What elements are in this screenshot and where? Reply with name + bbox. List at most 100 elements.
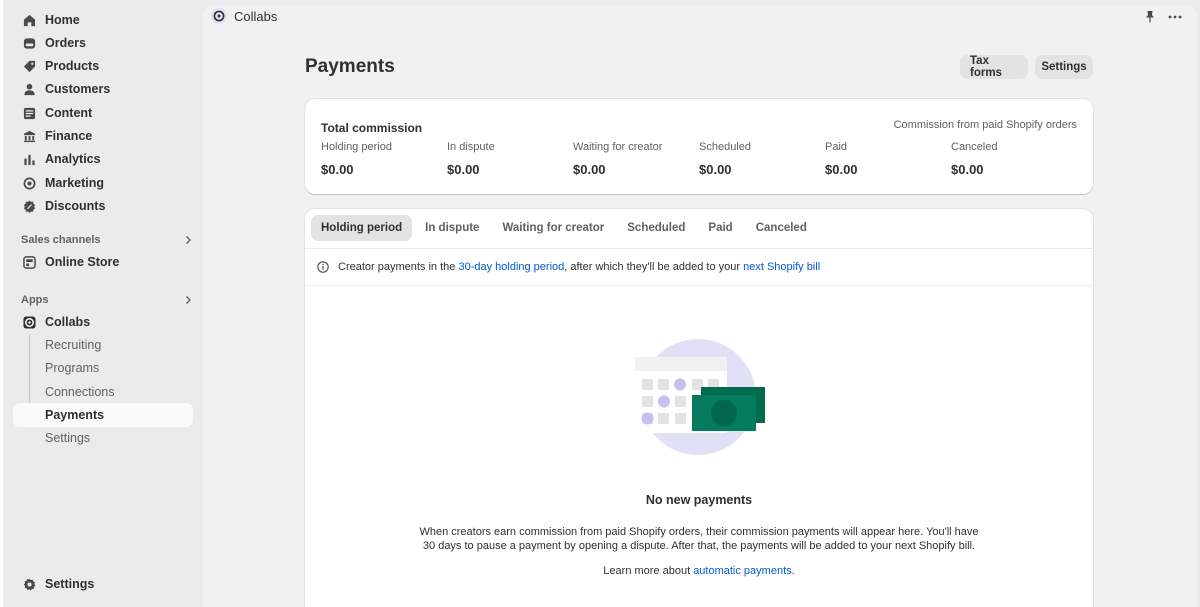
nav-content[interactable]: Content [13, 101, 193, 125]
stat-canceled: Canceled $0.00 [951, 141, 1071, 177]
tax-forms-button[interactable]: Tax forms [960, 55, 1028, 79]
nav-label: Marketing [45, 176, 105, 190]
nav-label: Analytics [45, 152, 101, 166]
tab-bar: Holding period In dispute Waiting for cr… [311, 215, 820, 241]
nav-finance[interactable]: Finance [13, 124, 193, 148]
stat-value: $0.00 [447, 162, 480, 177]
stat-paid: Paid $0.00 [825, 141, 945, 177]
nav-label: Products [45, 59, 100, 73]
stat-label: Scheduled [699, 141, 751, 153]
app-frame: Collabs Payments Tax forms Settings Tota… [203, 5, 1197, 607]
banner-text: Creator payments in the [338, 261, 459, 273]
nav-online-store[interactable]: Online Store [13, 250, 193, 274]
nav-recruiting[interactable]: Recruiting [13, 333, 193, 357]
nav-label: Recruiting [45, 338, 102, 352]
empty-state-description: When creators earn commission from paid … [419, 526, 979, 552]
shopify-bill-link[interactable]: next Shopify bill [743, 261, 820, 273]
stat-scheduled: Scheduled $0.00 [699, 141, 819, 177]
nav-marketing[interactable]: Marketing [13, 171, 193, 195]
sales-channels-header[interactable]: Sales channels [21, 231, 193, 249]
nav-label: Discounts [45, 199, 106, 213]
tab-canceled[interactable]: Canceled [746, 215, 817, 241]
person-icon [22, 82, 36, 96]
nav-label: Collabs [45, 315, 91, 329]
stat-value: $0.00 [699, 162, 732, 177]
section-label: Apps [21, 294, 49, 306]
card-title: Total commission [321, 121, 423, 135]
info-banner: Creator payments in the 30-day holding p… [305, 249, 1093, 286]
collabs-app-icon [22, 315, 36, 329]
apps-header[interactable]: Apps [21, 291, 193, 309]
stat-label: Paid [825, 141, 848, 153]
stat-label: Holding period [321, 141, 392, 153]
total-commission-card: Total commission Commission from paid Sh… [305, 99, 1093, 194]
nav-programs[interactable]: Programs [13, 356, 193, 380]
tag-icon [22, 59, 36, 73]
home-icon [22, 13, 36, 27]
holding-period-link[interactable]: 30-day holding period [458, 261, 564, 273]
empty-state-title: No new payments [645, 493, 753, 507]
nav-label: Online Store [45, 255, 120, 269]
learn-more-text: . [791, 565, 795, 577]
stat-in-dispute: In dispute $0.00 [447, 141, 567, 177]
stat-label: Waiting for creator [573, 141, 663, 153]
payments-list-card: Holding period In dispute Waiting for cr… [305, 209, 1093, 607]
nav-label: Orders [45, 36, 86, 50]
nav-label: Customers [45, 82, 111, 96]
chevron-right-icon [183, 233, 193, 248]
content-icon [22, 106, 36, 120]
banner-text: , after which they'll be added to your [564, 261, 744, 273]
stat-value: $0.00 [825, 162, 858, 177]
nav-label: Connections [45, 385, 115, 399]
tab-holding-period[interactable]: Holding period [311, 215, 413, 241]
bar-chart-icon [22, 152, 36, 166]
app-name: Collabs [234, 9, 278, 24]
nav-collabs-settings[interactable]: Settings [13, 426, 193, 450]
nav-collabs[interactable]: Collabs [13, 310, 193, 334]
stat-value: $0.00 [951, 162, 984, 177]
gear-icon [22, 577, 36, 591]
nav-products[interactable]: Products [13, 54, 193, 78]
tab-waiting-for-creator[interactable]: Waiting for creator [492, 215, 614, 241]
learn-more: Learn more about automatic payments. [305, 565, 1093, 577]
nav-label: Programs [45, 361, 100, 375]
stat-value: $0.00 [573, 162, 606, 177]
learn-more-text: Learn more about [603, 565, 694, 577]
stat-label: Canceled [951, 141, 998, 153]
pin-icon[interactable] [1143, 10, 1157, 24]
chevron-right-icon [183, 293, 193, 308]
nav-label: Home [45, 13, 80, 27]
settings-button[interactable]: Settings [1035, 55, 1093, 79]
nav-label: Settings [45, 431, 91, 445]
info-icon [317, 261, 329, 273]
nav-home[interactable]: Home [13, 8, 193, 32]
nav-label: Finance [45, 129, 93, 143]
app-topbar: Collabs [203, 5, 1197, 29]
nav-label: Content [45, 106, 93, 120]
nav-orders[interactable]: Orders [13, 31, 193, 55]
nav-discounts[interactable]: Discounts [13, 194, 193, 218]
tab-scheduled[interactable]: Scheduled [617, 215, 695, 241]
nav-label: Settings [45, 577, 95, 591]
sidebar: Home Orders Products Customers Content F… [0, 0, 200, 607]
empty-state-illustration [635, 337, 765, 455]
nav-label: Payments [45, 408, 105, 422]
more-actions-icon[interactable] [1167, 10, 1183, 24]
nav-connections[interactable]: Connections [13, 380, 193, 404]
store-icon [22, 255, 36, 269]
orders-icon [22, 36, 36, 50]
stat-holding-period: Holding period $0.00 [321, 141, 441, 177]
automatic-payments-link[interactable]: automatic payments [693, 565, 791, 577]
discount-icon [22, 199, 36, 213]
collabs-logo-icon [211, 8, 227, 24]
section-label: Sales channels [21, 234, 101, 246]
nav-settings[interactable]: Settings [13, 572, 193, 596]
tab-in-dispute[interactable]: In dispute [415, 215, 489, 241]
nav-customers[interactable]: Customers [13, 77, 193, 101]
tab-paid[interactable]: Paid [698, 215, 742, 241]
bank-icon [22, 129, 36, 143]
nav-payments[interactable]: Payments [13, 403, 193, 427]
target-icon [22, 176, 36, 190]
nav-analytics[interactable]: Analytics [13, 147, 193, 171]
stat-label: In dispute [447, 141, 495, 153]
